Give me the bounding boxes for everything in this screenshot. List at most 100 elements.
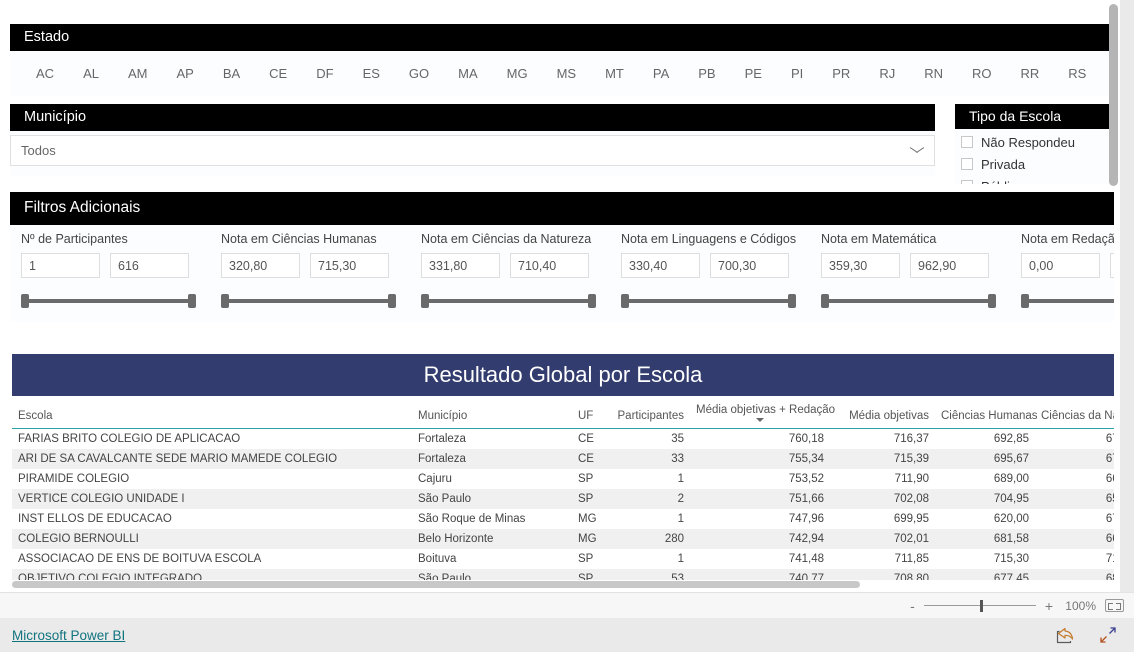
filtro-min-input[interactable]: 331,80: [421, 253, 500, 278]
municipio-dropdown[interactable]: Todos: [10, 135, 935, 166]
slider-handle-min[interactable]: [421, 294, 429, 308]
column-header-ciencias-humanas[interactable]: Ciências Humanas: [935, 396, 1038, 429]
estado-item[interactable]: PR: [832, 66, 850, 81]
checkbox-icon[interactable]: [961, 158, 973, 170]
filtro-min-input[interactable]: 320,80: [221, 253, 300, 278]
page-vertical-scrollbar[interactable]: [1109, 4, 1118, 588]
filtro-range-slider[interactable]: [421, 294, 596, 308]
filtro-min-input[interactable]: 359,30: [821, 253, 900, 278]
table-row[interactable]: FARIAS BRITO COLEGIO DE APLICACAO Fortal…: [12, 429, 1114, 450]
cell-ciencias-humanas: 692,85: [993, 433, 1029, 445]
cell-escola: FARIAS BRITO COLEGIO DE APLICACAO: [18, 433, 241, 445]
estado-item[interactable]: RS: [1068, 66, 1086, 81]
filtro-min-input[interactable]: 1: [21, 253, 100, 278]
estado-item[interactable]: RR: [1020, 66, 1039, 81]
table-row[interactable]: COLEGIO BERNOULLI Belo Horizonte MG 280 …: [12, 529, 1114, 549]
scrollbar-thumb[interactable]: [12, 581, 860, 588]
fit-to-page-icon[interactable]: [1105, 599, 1124, 612]
table-row[interactable]: ASSOCIACAO DE ENS DE BOITUVA ESCOLA Boit…: [12, 549, 1114, 569]
table-row[interactable]: VERTICE COLEGIO UNIDADE I São Paulo SP 2…: [12, 489, 1114, 509]
share-icon[interactable]: [1056, 626, 1075, 644]
column-header-ciencias-natureza[interactable]: Ciências da Natureza: [1035, 396, 1114, 429]
filtro-range-slider[interactable]: [621, 294, 796, 308]
slider-handle-max[interactable]: [788, 294, 796, 308]
slider-handle-min[interactable]: [21, 294, 29, 308]
estado-item[interactable]: PA: [653, 66, 669, 81]
estado-item[interactable]: MA: [458, 66, 478, 81]
column-header-media-objetivas[interactable]: Média objetivas: [830, 396, 935, 429]
estado-item[interactable]: CE: [269, 66, 287, 81]
estado-item[interactable]: RJ: [879, 66, 895, 81]
column-header-municipio[interactable]: Município: [412, 396, 572, 429]
filtro-label: Nota em Ciências da Natureza: [421, 232, 592, 246]
checkbox-icon[interactable]: [961, 180, 973, 184]
estado-item[interactable]: PB: [698, 66, 715, 81]
cell-escola: ASSOCIACAO DE ENS DE BOITUVA ESCOLA: [18, 553, 262, 565]
slider-handle-min[interactable]: [621, 294, 629, 308]
estado-item[interactable]: MT: [605, 66, 624, 81]
filtro-min-input[interactable]: 330,40: [621, 253, 700, 278]
slider-handle-max[interactable]: [988, 294, 996, 308]
cell-participantes: 35: [671, 433, 684, 445]
estado-item[interactable]: AL: [83, 66, 99, 81]
estado-item[interactable]: PI: [791, 66, 803, 81]
estado-item[interactable]: AM: [128, 66, 148, 81]
estado-item[interactable]: BA: [223, 66, 240, 81]
zoom-slider-handle[interactable]: [979, 599, 983, 612]
zoom-level-label: 100%: [1065, 598, 1096, 613]
column-header-uf[interactable]: UF: [572, 396, 610, 429]
table-row[interactable]: ARI DE SA CAVALCANTE SEDE MARIO MAMEDE C…: [12, 449, 1114, 469]
tipo-escola-option[interactable]: Não Respondeu: [955, 131, 1114, 153]
column-header-media-objetivas-redacao[interactable]: Média objetivas + Redação: [690, 396, 835, 429]
filtro-range-slider[interactable]: [21, 294, 196, 308]
filtro-max-input[interactable]: 700,30: [710, 253, 789, 278]
slider-handle-min[interactable]: [221, 294, 229, 308]
zoom-slider[interactable]: [923, 599, 1036, 612]
cell-participantes: 2: [677, 493, 684, 505]
microsoft-power-bi-link[interactable]: Microsoft Power BI: [12, 628, 125, 643]
slider-handle-min[interactable]: [821, 294, 829, 308]
scrollbar-thumb[interactable]: [1109, 4, 1118, 186]
column-header-escola[interactable]: Escola: [12, 396, 412, 429]
estado-item[interactable]: MG: [507, 66, 528, 81]
slider-track: [825, 299, 992, 303]
zoom-in-button[interactable]: +: [1045, 599, 1053, 613]
filtro-max-input[interactable]: 715,30: [310, 253, 389, 278]
estado-item[interactable]: PE: [745, 66, 762, 81]
table-horizontal-scrollbar[interactable]: [12, 580, 1114, 589]
estado-item[interactable]: RO: [972, 66, 992, 81]
estado-item[interactable]: MS: [557, 66, 577, 81]
estado-item[interactable]: ES: [363, 66, 380, 81]
column-header-participantes[interactable]: Participantes: [610, 396, 690, 429]
filtro-max-input[interactable]: 616: [110, 253, 189, 278]
checkbox-icon[interactable]: [961, 136, 973, 148]
slider-handle-max[interactable]: [188, 294, 196, 308]
fullscreen-icon[interactable]: [1099, 626, 1118, 644]
slider-handle-max[interactable]: [588, 294, 596, 308]
filtro-range-slider[interactable]: [821, 294, 996, 308]
cell-uf: SP: [578, 473, 594, 485]
zoom-out-button[interactable]: -: [910, 599, 915, 613]
filtro-range-slider[interactable]: [1021, 294, 1114, 308]
estado-item[interactable]: AC: [36, 66, 54, 81]
tipo-escola-option[interactable]: Privada: [955, 153, 1114, 175]
slider-handle-max[interactable]: [388, 294, 396, 308]
table-row[interactable]: PIRAMIDE COLEGIO Cajuru SP 1 753,52 711,…: [12, 469, 1114, 489]
estado-item[interactable]: DF: [316, 66, 333, 81]
estado-item[interactable]: AP: [176, 66, 193, 81]
filtro-range-slider[interactable]: [221, 294, 396, 308]
tipo-escola-option[interactable]: Pública: [955, 175, 1114, 184]
cell-uf: CE: [578, 433, 594, 445]
slider-handle-min[interactable]: [1021, 294, 1029, 308]
filtro-linguagens-codigos: Nota em Linguagens e Códigos 330,40 700,…: [610, 225, 810, 322]
filtros-row: Nº de Participantes 1 616 Nota em Ciênci…: [10, 225, 1114, 322]
filtro-max-input[interactable]: 962,90: [910, 253, 989, 278]
estado-item[interactable]: GO: [409, 66, 429, 81]
table-row[interactable]: INST ELLOS DE EDUCACAO São Roque de Mina…: [12, 509, 1114, 529]
filtro-max-input[interactable]: 710,40: [510, 253, 589, 278]
filtro-label: Nota em Linguagens e Códigos: [621, 232, 797, 246]
filtro-min-input[interactable]: 0,00: [1021, 253, 1100, 278]
estado-item[interactable]: RN: [924, 66, 943, 81]
cell-escola: INST ELLOS DE EDUCACAO: [18, 513, 172, 525]
cell-media-objetivas-redacao: 747,96: [788, 513, 824, 525]
